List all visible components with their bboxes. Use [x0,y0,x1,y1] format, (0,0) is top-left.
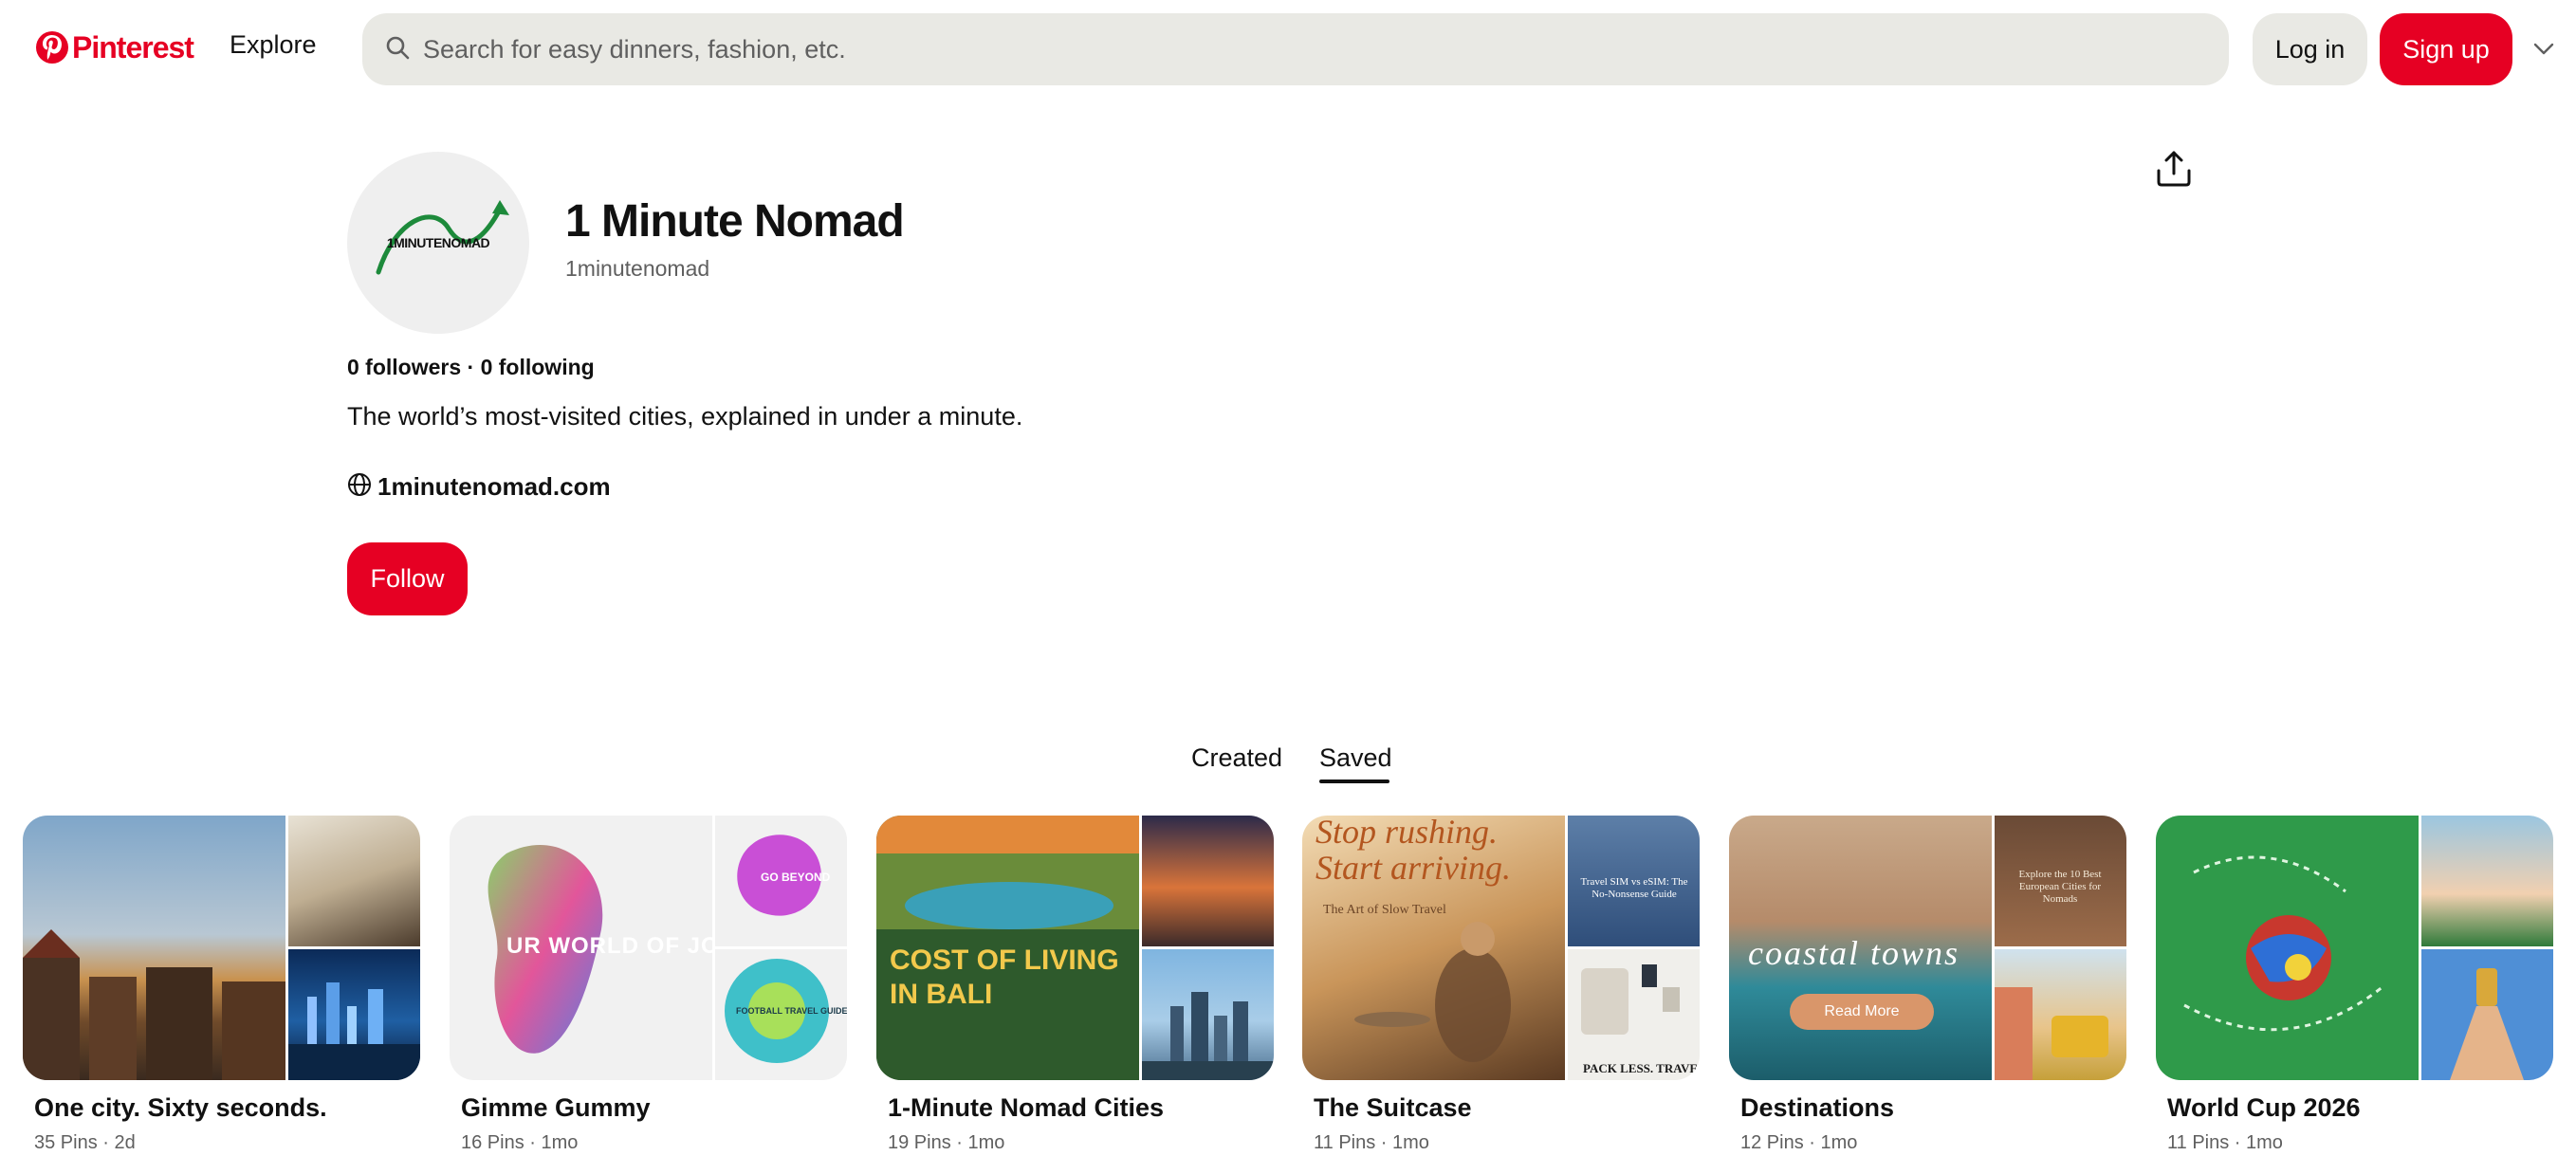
board-cover[interactable] [23,816,420,1080]
board-cover[interactable]: UR WORLD OF JOY GO BEYOND FOOTBALL TRAVE… [450,816,847,1080]
board-meta: 35 Pins · 2d [34,1132,136,1153]
board-cover[interactable] [2156,816,2553,1080]
profile-handle: 1minutenomad [565,256,710,281]
board-meta: 16 Pins · 1mo [461,1132,579,1153]
globe-icon [347,472,372,502]
board-card[interactable]: World Cup 2026 11 Pins · 1mo [2156,816,2553,1154]
board-cover-text: Read More [1790,994,1934,1030]
login-button[interactable]: Log in [2253,13,2367,85]
board-cover-image: Explore the 10 Best European Cities for … [1995,816,2126,946]
share-icon[interactable] [2151,146,2197,192]
follow-stats[interactable]: 0 followers · 0 following [347,355,595,380]
board-cover[interactable]: Stop rushing. Start arriving. The Art of… [1302,816,1700,1080]
follow-button[interactable]: Follow [347,542,468,615]
search-bar[interactable] [362,13,2229,85]
board-cover-image: COST OF LIVING IN BALI [876,816,1139,1080]
website-link[interactable]: 1minutenomad.com [347,472,611,502]
board-title: The Suitcase [1314,1093,1472,1122]
explore-link[interactable]: Explore [230,30,317,60]
board-cover-text: UR WORLD OF JOY [506,933,736,959]
avatar-logo-text: 1MINUTENOMAD [386,235,490,250]
board-cover-image: Stop rushing. Start arriving. The Art of… [1302,816,1565,1080]
board-card[interactable]: coastal towns Read More Explore the 10 B… [1729,816,2126,1154]
website-text: 1minutenomad.com [377,472,611,501]
board-card[interactable]: One city. Sixty seconds. 35 Pins · 2d [23,816,420,1154]
board-cover-image [23,816,285,1080]
board-cover-image [1995,949,2126,1080]
avatar: 1MINUTENOMAD [347,152,529,334]
board-meta: 19 Pins · 1mo [888,1132,1005,1153]
board-cover-image: UR WORLD OF JOY [450,816,735,1080]
board-cover-text: Explore the 10 Best European Cities for … [2018,869,2102,905]
board-meta: 11 Pins · 1mo [1314,1132,1429,1153]
board-cover-text: IN BALI [890,979,993,1010]
board-card[interactable]: Stop rushing. Start arriving. The Art of… [1302,816,1700,1154]
board-cover-text: coastal towns [1748,934,1960,972]
board-cover-image [2156,816,2419,1080]
tab-created[interactable]: Created [1191,743,1282,773]
profile-bio: The world’s most-visited cities, explain… [347,402,1023,431]
board-cover[interactable]: coastal towns Read More Explore the 10 B… [1729,816,2126,1080]
board-cover-image: GO BEYOND [715,816,847,946]
board-cover-text: GO BEYOND [761,871,831,884]
board-cover-image: PACK LESS. TRAVEL [1568,949,1700,1080]
pinterest-logo-icon [36,31,68,64]
board-cover-image [2421,816,2553,946]
pinterest-logo[interactable]: Pinterest [36,25,194,70]
pinterest-logo-text: Pinterest [72,29,194,64]
search-icon [385,35,410,64]
board-cover[interactable]: COST OF LIVING IN BALI [876,816,1274,1080]
board-title: Destinations [1740,1093,1895,1122]
board-meta: 12 Pins · 1mo [1740,1132,1858,1153]
board-cover-image: FOOTBALL TRAVEL GUIDE [715,949,847,1080]
board-cover-text: COST OF LIVING [890,945,1119,976]
signup-button[interactable]: Sign up [2380,13,2512,85]
board-cover-image [288,816,420,946]
board-card[interactable]: UR WORLD OF JOY GO BEYOND FOOTBALL TRAVE… [450,816,847,1154]
active-tab-indicator [1319,780,1389,783]
board-cover-image: Travel SIM vs eSIM: The No-Nonsense Guid… [1568,816,1700,946]
tab-saved[interactable]: Saved [1319,743,1392,773]
board-title: One city. Sixty seconds. [34,1093,327,1122]
board-cover-image [288,949,420,1080]
board-cover-text: FOOTBALL TRAVEL GUIDE [736,1006,847,1016]
board-cover-image: coastal towns Read More [1729,816,1992,1080]
top-nav: Pinterest Explore Log in Sign up [0,0,2576,99]
board-cover-image [2421,949,2553,1080]
board-cover-image [1142,949,1274,1080]
board-title: Gimme Gummy [461,1093,651,1122]
profile-name: 1 Minute Nomad [565,196,905,247]
board-card[interactable]: COST OF LIVING IN BALI 1-Minute Nomad Ci… [876,816,1274,1154]
board-meta: 11 Pins · 1mo [2167,1132,2283,1153]
board-cover-text: PACK LESS. TRAVEL [1583,1061,1700,1075]
chevron-down-icon[interactable] [2530,36,2557,63]
board-cover-image [1142,816,1274,946]
board-title: 1-Minute Nomad Cities [888,1093,1165,1122]
board-cover-text: Travel SIM vs eSIM: The No-Nonsense Guid… [1580,876,1688,900]
search-input[interactable] [423,34,2130,64]
board-title: World Cup 2026 [2167,1093,2361,1122]
